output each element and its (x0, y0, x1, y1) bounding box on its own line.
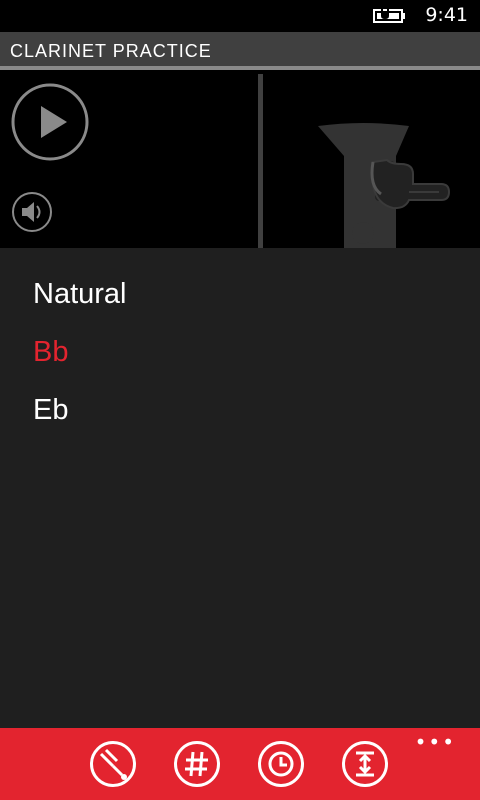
sharp-glyph (185, 751, 208, 777)
application-bar: ••• (0, 728, 480, 800)
range-glyph (356, 751, 374, 777)
list-item-bb[interactable]: Bb (33, 336, 68, 369)
status-clock: 9:41 (425, 4, 468, 26)
list-item-natural[interactable]: Natural (33, 278, 127, 311)
app-title-bar: CLARINET PRACTICE (0, 32, 480, 70)
key-list: Natural Bb Eb (0, 248, 480, 728)
play-icon[interactable] (11, 83, 89, 161)
range-icon[interactable] (342, 741, 388, 787)
speaker-icon[interactable] (11, 191, 53, 233)
clarinet-fingering-icon (318, 123, 451, 248)
more-options-button[interactable]: ••• (415, 732, 456, 752)
tuning-fork-icon[interactable] (90, 741, 136, 787)
clock-glyph (268, 751, 294, 777)
clock-icon[interactable] (258, 741, 304, 787)
status-bar: 9:41 (0, 0, 480, 32)
battery-charging-icon (373, 8, 405, 23)
list-item-eb[interactable]: Eb (33, 394, 68, 427)
tuning-fork-glyph (99, 748, 127, 780)
player-panel (0, 74, 480, 248)
sharp-icon[interactable] (174, 741, 220, 787)
app-title: CLARINET PRACTICE (10, 41, 212, 61)
